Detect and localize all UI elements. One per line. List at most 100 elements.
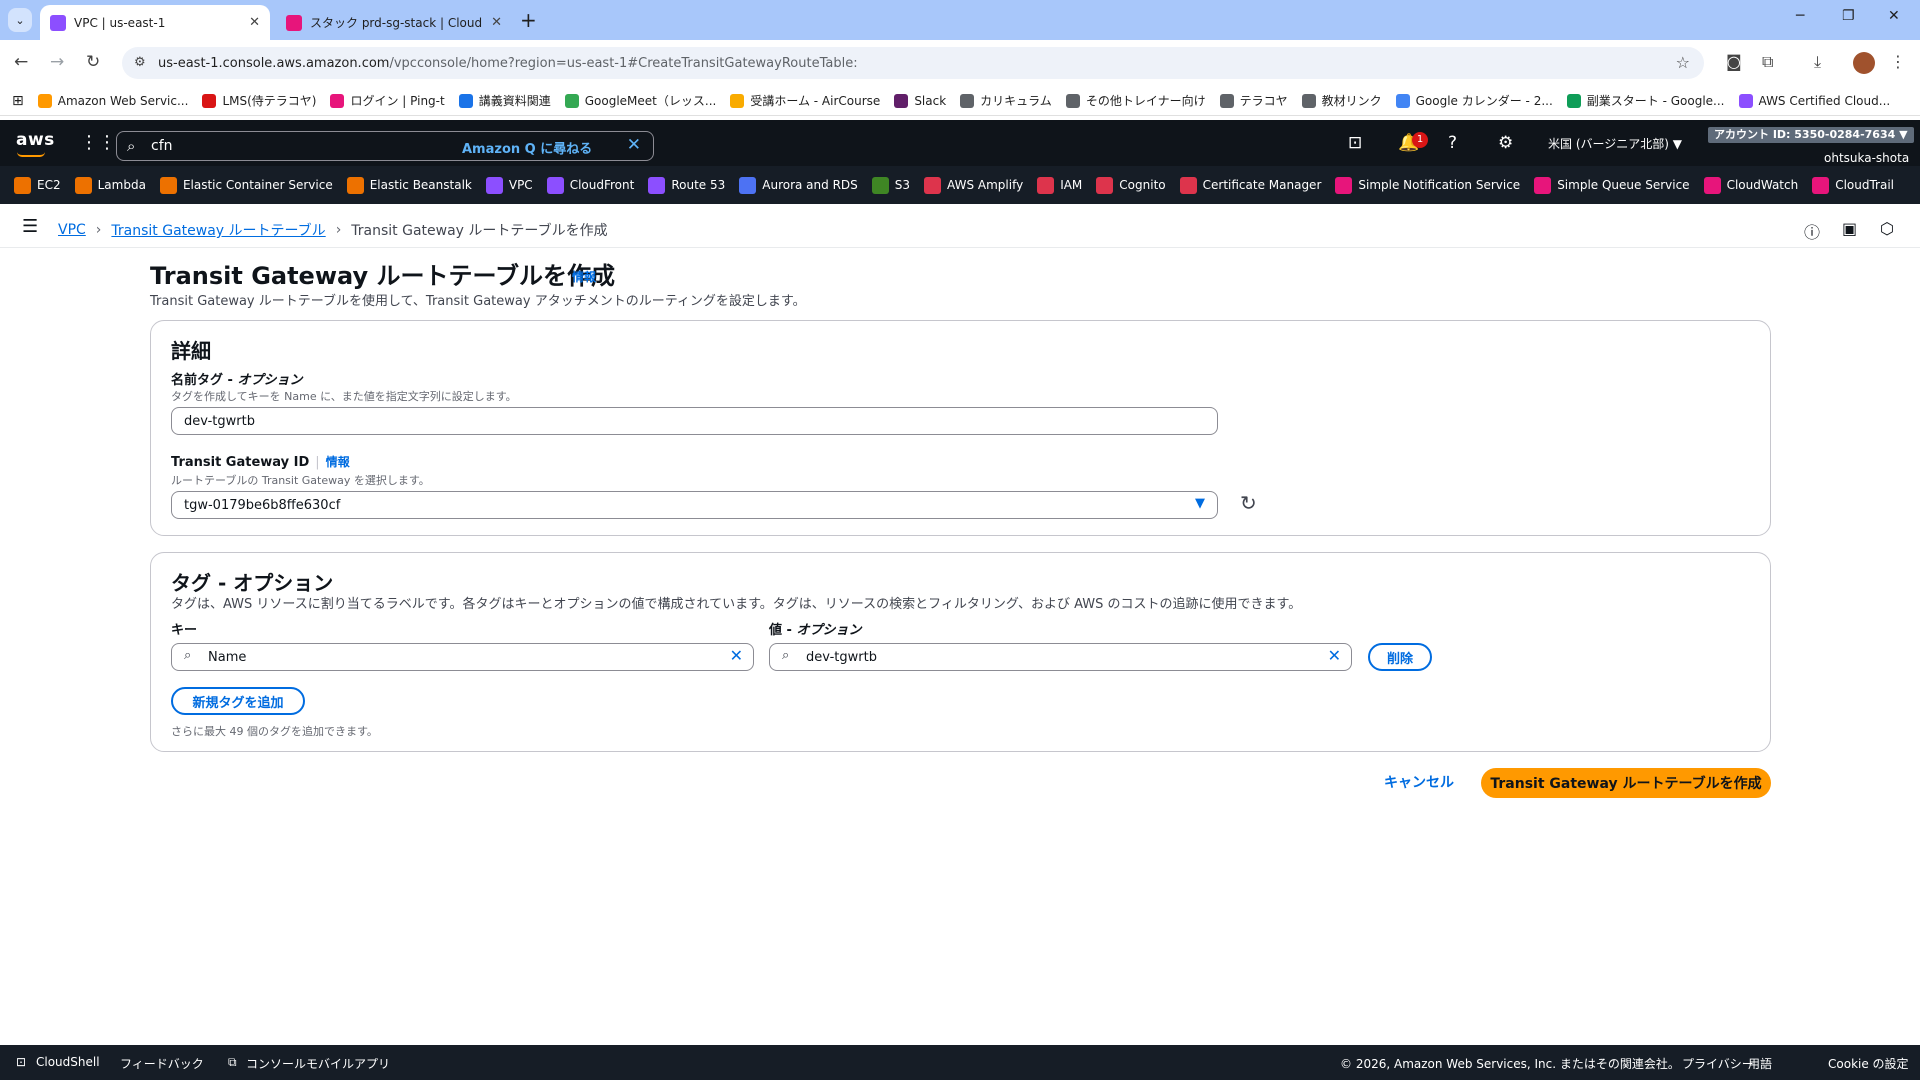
console-footer: ⊡ CloudShell フィードバック ⧉ コンソールモバイルアプリ © 20… — [0, 1045, 1920, 1080]
reload-icon[interactable]: ↻ — [86, 52, 100, 72]
browser-tab-cloudformation[interactable]: スタック prd-sg-stack | CloudFormation ✕ — [276, 5, 512, 40]
favorite-service-item[interactable]: Simple Queue Service — [1534, 176, 1690, 194]
cloudshell-icon[interactable]: ⊡ — [1348, 133, 1362, 153]
bookmark-item[interactable]: その他トレイナー向け — [1065, 92, 1206, 109]
terms-link[interactable]: 用語 — [1748, 1055, 1772, 1072]
screenshot-icon[interactable]: ◙ — [1726, 52, 1742, 71]
service-icon — [14, 176, 31, 194]
bookmark-item[interactable]: 講義資料関連 — [458, 92, 551, 109]
tag-key-input[interactable]: ⌕ Name ✕ — [171, 643, 754, 671]
cloudshell-footer-icon[interactable]: ⊡ — [16, 1055, 26, 1069]
profile-avatar[interactable] — [1853, 52, 1875, 74]
close-window-icon[interactable]: ✕ — [1888, 8, 1900, 24]
favorite-service-item[interactable]: Route 53 — [648, 176, 725, 194]
tgw-id-info-link[interactable]: 情報 — [326, 455, 350, 469]
page-info-link[interactable]: 情報 — [572, 268, 596, 285]
bookmark-item[interactable]: Slack — [894, 93, 946, 108]
tab-list-button[interactable]: ⌄ — [8, 8, 32, 32]
privacy-link[interactable]: プライバシー — [1682, 1055, 1754, 1072]
bookmark-item[interactable]: 副業スタート - Google... — [1566, 92, 1725, 109]
mobile-app-link[interactable]: コンソールモバイルアプリ — [246, 1055, 390, 1072]
minimize-icon[interactable]: ─ — [1796, 8, 1804, 24]
copyright-text: © 2026, Amazon Web Services, Inc. またはその関… — [1340, 1057, 1680, 1071]
close-tab-icon[interactable]: ✕ — [249, 15, 260, 30]
tab-title: スタック prd-sg-stack | CloudFormation — [310, 16, 483, 30]
favorite-service-item[interactable]: Certificate Manager — [1179, 176, 1321, 194]
favorite-service-item[interactable]: Aurora and RDS — [739, 176, 858, 194]
favorite-service-item[interactable]: CloudWatch — [1703, 176, 1798, 194]
account-id-menu[interactable]: アカウント ID: 5350-0284-7634 ▼ — [1708, 127, 1914, 143]
favorite-service-item[interactable]: CloudTrail — [1812, 176, 1894, 194]
close-tab-icon[interactable]: ✕ — [491, 15, 502, 30]
bookmark-item[interactable]: Google カレンダー - 2... — [1395, 92, 1553, 109]
clear-key-icon[interactable]: ✕ — [730, 646, 743, 665]
restore-icon[interactable]: ❐ — [1842, 8, 1855, 24]
browser-menu-icon[interactable]: ⋮ — [1890, 52, 1906, 71]
breadcrumb-vpc-link[interactable]: VPC — [58, 222, 86, 238]
favorite-service-item[interactable]: CloudFront — [546, 176, 634, 194]
refresh-icon[interactable]: ↻ — [1240, 491, 1257, 515]
security-panel-icon[interactable]: ⬡ — [1880, 219, 1894, 238]
browser-tab-vpc[interactable]: VPC | us-east-1 ✕ — [40, 5, 270, 40]
service-icon — [739, 176, 757, 194]
bookmark-item[interactable]: ログイン | Ping-t — [330, 92, 445, 109]
bookmark-favicon-icon — [1301, 93, 1316, 108]
settings-gear-icon[interactable]: ⚙ — [1498, 133, 1513, 153]
search-value: cfn — [151, 138, 173, 154]
amazon-q-button[interactable]: Amazon Q に尋ねる — [462, 138, 592, 157]
help-icon[interactable]: ? — [1448, 133, 1457, 153]
favorite-service-item[interactable]: VPC — [485, 176, 533, 194]
favorite-service-item[interactable]: Simple Notification Service — [1335, 176, 1520, 194]
breadcrumb-tgw-route-tables-link[interactable]: Transit Gateway ルートテーブル — [111, 220, 325, 240]
download-icon[interactable]: ⤓ — [1814, 52, 1821, 72]
notifications-panel-icon[interactable]: ▣ — [1842, 219, 1857, 238]
cancel-button[interactable]: キャンセル — [1384, 772, 1454, 792]
bookmark-item[interactable]: Amazon Web Servic... — [37, 93, 188, 108]
extensions-icon[interactable]: ⧉ — [1762, 52, 1773, 72]
region-selector[interactable]: 米国 (バージニア北部) ▼ — [1548, 135, 1682, 152]
caret-down-icon: ▼ — [1195, 496, 1205, 511]
bookmark-item[interactable]: カリキュラム — [960, 92, 1052, 109]
mobile-app-icon[interactable]: ⧉ — [228, 1055, 237, 1070]
aws-search-input[interactable]: ⌕ cfn Amazon Q に尋ねる ✕ — [116, 131, 654, 161]
remove-tag-button[interactable]: 削除 — [1368, 643, 1432, 671]
tag-value-input[interactable]: ⌕ dev-tgwrtb ✕ — [769, 643, 1352, 671]
favorite-service-item[interactable]: Elastic Beanstalk — [346, 176, 472, 194]
apps-grid-icon[interactable]: ⊞ — [12, 93, 24, 109]
favorite-service-item[interactable]: Cognito — [1096, 176, 1166, 194]
clear-search-icon[interactable]: ✕ — [627, 135, 641, 155]
bookmark-item[interactable]: 受講ホーム - AirCourse — [730, 92, 880, 109]
favorite-service-item[interactable]: Lambda — [74, 176, 146, 194]
username[interactable]: ohtsuka-shota — [1824, 151, 1909, 165]
bookmark-item[interactable]: 教材リンク — [1301, 92, 1382, 109]
service-icon — [1037, 176, 1055, 194]
side-navigation-menu-icon[interactable]: ☰ — [22, 216, 38, 237]
favorite-service-item[interactable]: Elastic Container Service — [159, 176, 333, 194]
url-field[interactable]: ⚙ us-east-1.console.aws.amazon.com/vpcco… — [122, 47, 1704, 79]
favorite-service-item[interactable]: S3 — [871, 176, 910, 194]
name-tag-input[interactable]: dev-tgwrtb — [171, 407, 1218, 435]
favorite-service-item[interactable]: IAM — [1037, 176, 1082, 194]
add-new-tag-button[interactable]: 新規タグを追加 — [171, 687, 305, 715]
tgw-id-select[interactable]: tgw-0179be6b8ffe630cf ▼ — [171, 491, 1218, 519]
clear-value-icon[interactable]: ✕ — [1328, 646, 1341, 665]
name-tag-label-text: 名前タグ - — [171, 373, 238, 388]
aws-logo[interactable]: aws — [16, 130, 55, 150]
bookmark-item[interactable]: LMS(侍テラコヤ) — [202, 92, 316, 109]
cloudshell-link[interactable]: CloudShell — [36, 1055, 100, 1069]
feedback-link[interactable]: フィードバック — [120, 1055, 204, 1072]
cookie-settings-link[interactable]: Cookie の設定 — [1828, 1055, 1909, 1072]
create-route-table-button[interactable]: Transit Gateway ルートテーブルを作成 — [1481, 768, 1771, 798]
favorite-service-item[interactable]: AWS Amplify — [924, 176, 1023, 194]
bookmark-item[interactable]: テラコヤ — [1219, 92, 1288, 109]
info-panel-icon[interactable]: ⓘ — [1804, 219, 1820, 243]
tgw-id-label-text: Transit Gateway ID — [171, 455, 310, 470]
bookmark-item[interactable]: GoogleMeet（レッス... — [564, 92, 716, 109]
forward-icon[interactable]: → — [50, 52, 64, 72]
site-info-icon[interactable]: ⚙ — [134, 55, 146, 70]
new-tab-button[interactable]: + — [520, 8, 537, 32]
back-icon[interactable]: ← — [14, 52, 28, 72]
bookmark-star-icon[interactable]: ☆ — [1676, 53, 1690, 72]
favorite-service-item[interactable]: EC2 — [14, 176, 61, 194]
bookmark-item[interactable]: AWS Certified Cloud... — [1738, 93, 1890, 108]
